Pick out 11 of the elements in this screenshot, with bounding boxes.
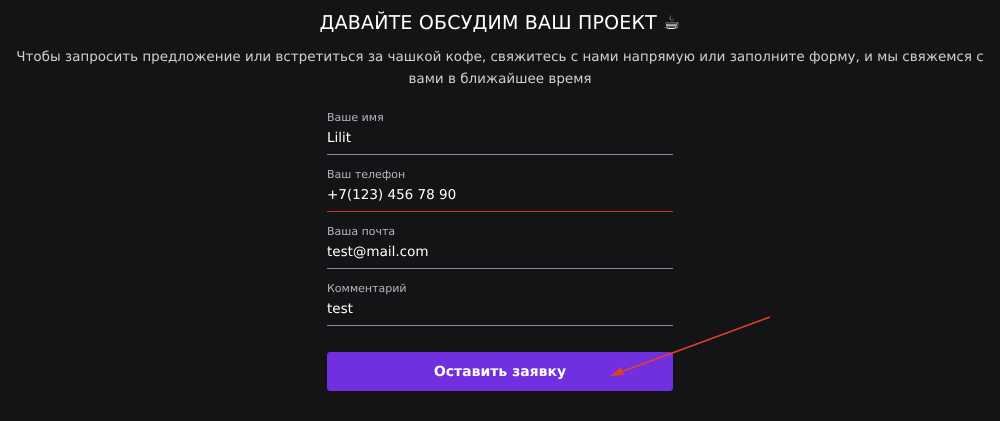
input-field[interactable]: +7(123) 456 78 90 bbox=[327, 185, 673, 212]
field-label: Ваше имя bbox=[327, 110, 385, 126]
submit-button[interactable]: Оставить заявку bbox=[327, 352, 673, 391]
field-label: Ваша почта bbox=[327, 224, 396, 240]
field-label: Комментарий bbox=[327, 281, 408, 297]
section-title: ДАВАЙТЕ ОБСУДИМ ВАШ ПРОЕКТ ☕ bbox=[320, 12, 680, 34]
input-field[interactable]: test bbox=[327, 299, 673, 326]
field-label: Ваш телефон bbox=[327, 167, 406, 183]
input-field[interactable]: test@mail.com bbox=[327, 242, 673, 269]
intro-text: Чтобы запросить предложение или встретиться за чашкой кофе, свяжитесь с нами напрямую или заполните форму, и мы свяжемся с вами в ближайшее время bbox=[15, 48, 985, 89]
input-field[interactable]: Lilit bbox=[327, 128, 673, 155]
